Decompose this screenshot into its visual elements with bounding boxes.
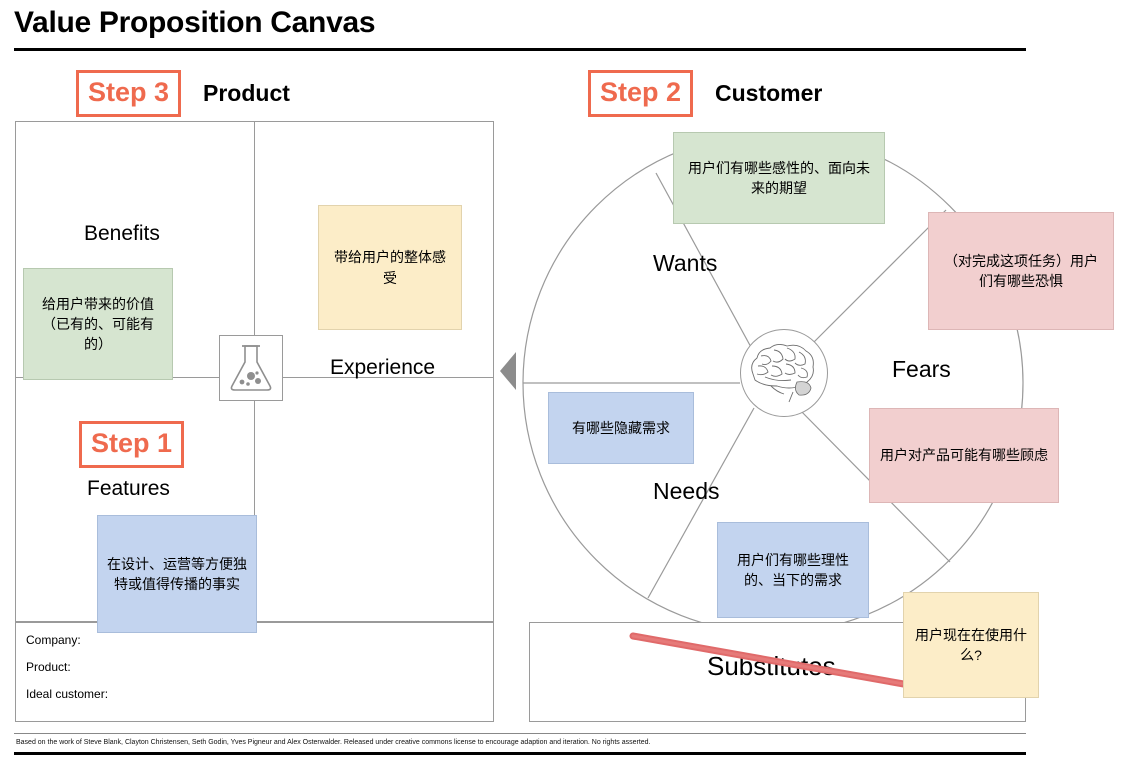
value-proposition-canvas: Value Proposition Canvas Step 3 Product … — [0, 0, 1131, 758]
substitutes-strikethrough-icon — [629, 632, 919, 690]
page-title: Value Proposition Canvas — [14, 6, 376, 39]
note-experience[interactable]: 带给用户的整体感受 — [318, 205, 462, 330]
note-substitutes[interactable]: 用户现在在使用什么? — [903, 592, 1039, 698]
note-wants[interactable]: 用户们有哪些感性的、面向未来的期望 — [673, 132, 885, 224]
company-info-box[interactable]: Company: Product: Ideal customer: — [15, 622, 494, 722]
note-benefits[interactable]: 给用户带来的价值（已有的、可能有的） — [23, 268, 173, 380]
note-needs-rational[interactable]: 用户们有哪些理性的、当下的需求 — [717, 522, 869, 618]
brain-icon — [751, 343, 814, 403]
flask-icon — [230, 345, 272, 391]
ideal-customer-field-label: Ideal customer: — [26, 687, 109, 701]
label-features: Features — [87, 477, 170, 500]
label-fears: Fears — [892, 356, 951, 382]
label-benefits: Benefits — [84, 222, 160, 245]
step-2-badge[interactable]: Step 2 — [588, 70, 694, 117]
note-fears-top[interactable]: （对完成这项任务）用户们有哪些恐惧 — [928, 212, 1114, 330]
brain-icon-circle — [740, 329, 828, 417]
label-experience: Experience — [330, 356, 436, 379]
note-fears-bottom[interactable]: 用户对产品可能有哪些顾虑 — [869, 408, 1059, 503]
footer-divider-bottom — [14, 752, 1026, 755]
customer-section-title: Customer — [715, 80, 823, 106]
title-divider — [14, 48, 1026, 51]
direction-arrow-icon — [500, 352, 516, 390]
flask-icon-box — [219, 335, 283, 401]
product-section-title: Product — [203, 80, 290, 106]
label-needs: Needs — [653, 478, 720, 504]
step-3-badge[interactable]: Step 3 — [76, 70, 182, 117]
label-wants: Wants — [653, 250, 718, 276]
note-needs-hidden[interactable]: 有哪些隐藏需求 — [548, 392, 694, 464]
note-features[interactable]: 在设计、运营等方便独特或值得传播的事实 — [97, 515, 257, 633]
product-field-label: Product: — [26, 660, 71, 674]
footer-divider-top — [14, 733, 1026, 734]
footer-attribution: Based on the work of Steve Blank, Clayto… — [16, 739, 651, 746]
company-field-label: Company: — [26, 633, 81, 647]
step-1-badge[interactable]: Step 1 — [79, 421, 185, 468]
